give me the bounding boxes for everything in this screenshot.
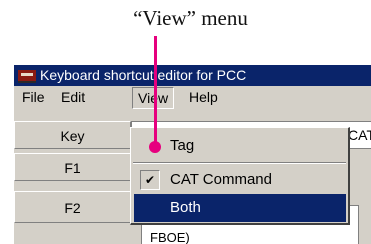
title-bar: Keyboard shortcut editor for PCC: [14, 65, 371, 86]
window-title: Keyboard shortcut editor for PCC: [40, 67, 247, 83]
key-column-header[interactable]: Key: [14, 121, 131, 149]
menu-file[interactable]: File: [18, 86, 49, 108]
check-icon: ✔: [140, 170, 160, 190]
menu-item-cat-command[interactable]: ✔ CAT Command: [134, 166, 346, 194]
menu-item-tag[interactable]: Tag: [134, 132, 346, 160]
menu-separator: [133, 162, 346, 164]
key-row-f2[interactable]: F2: [14, 191, 131, 223]
menu-help[interactable]: Help: [185, 86, 222, 108]
callout-pointer-line: [154, 36, 157, 145]
app-logo-icon: [18, 70, 36, 83]
menu-item-cat-command-label: CAT Command: [170, 171, 272, 188]
menu-item-both[interactable]: Both: [134, 194, 346, 222]
menu-item-both-label: Both: [170, 199, 201, 216]
menu-bar: File Edit View Help: [14, 86, 371, 109]
key-row-f1[interactable]: F1: [14, 153, 131, 181]
callout-label: “View” menu: [133, 6, 248, 30]
command-cell-text: FBOE): [150, 230, 190, 244]
callout-pointer-dot: [149, 141, 161, 153]
view-dropdown-menu: Tag ✔ CAT Command Both: [130, 127, 350, 225]
menu-item-tag-label: Tag: [170, 137, 195, 154]
menu-edit[interactable]: Edit: [57, 86, 89, 108]
command-header-text: CAT: [348, 127, 371, 143]
